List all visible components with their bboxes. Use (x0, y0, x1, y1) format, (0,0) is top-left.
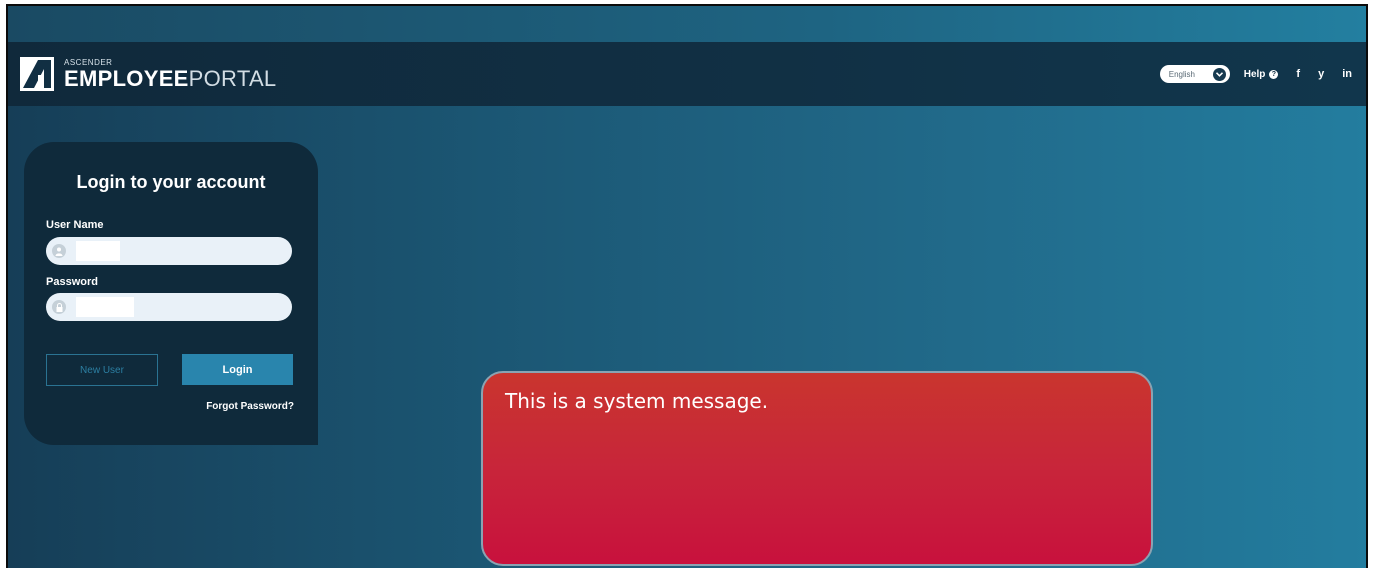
password-input[interactable] (76, 297, 134, 317)
chevron-down-icon (1212, 67, 1226, 81)
portal-page: ASCENDER EMPLOYEEPORTAL English Help ? f… (6, 4, 1368, 568)
language-select[interactable]: English (1159, 65, 1230, 83)
login-button[interactable]: Login (182, 354, 293, 385)
logo-light-text: PORTAL (188, 65, 277, 91)
new-user-button[interactable]: New User (46, 354, 158, 386)
top-band (8, 6, 1366, 42)
system-message-box: This is a system message. (481, 371, 1153, 566)
help-link[interactable]: Help ? (1244, 69, 1279, 80)
twitter-icon[interactable]: y (1318, 68, 1324, 80)
logo-text: ASCENDER EMPLOYEEPORTAL (64, 58, 277, 91)
header-actions: English Help ? f y in (1159, 64, 1352, 84)
password-field[interactable] (46, 293, 292, 321)
login-title: Login to your account (76, 172, 266, 192)
user-icon (52, 244, 66, 258)
username-label: User Name (46, 219, 104, 231)
system-message-text: This is a system message. (505, 389, 769, 413)
ascender-logo-icon (20, 57, 54, 91)
password-label: Password (46, 276, 98, 288)
ascender-logo[interactable]: ASCENDER EMPLOYEEPORTAL (20, 52, 276, 96)
username-input[interactable] (76, 241, 120, 261)
login-panel: Login to your account User Name Password… (24, 142, 318, 445)
help-label: Help (1243, 68, 1266, 80)
language-select-value: English (1168, 69, 1195, 79)
username-field[interactable] (46, 237, 292, 265)
facebook-icon[interactable]: f (1296, 68, 1300, 80)
linkedin-icon[interactable]: in (1342, 68, 1352, 80)
question-circle-icon: ? (1269, 69, 1279, 79)
logo-main-text: EMPLOYEEPORTAL (64, 65, 277, 91)
site-header: ASCENDER EMPLOYEEPORTAL English Help ? f… (8, 42, 1366, 106)
logo-bold-text: EMPLOYEE (64, 65, 189, 91)
lock-icon (52, 300, 66, 314)
forgot-password-link[interactable]: Forgot Password? (206, 401, 294, 412)
